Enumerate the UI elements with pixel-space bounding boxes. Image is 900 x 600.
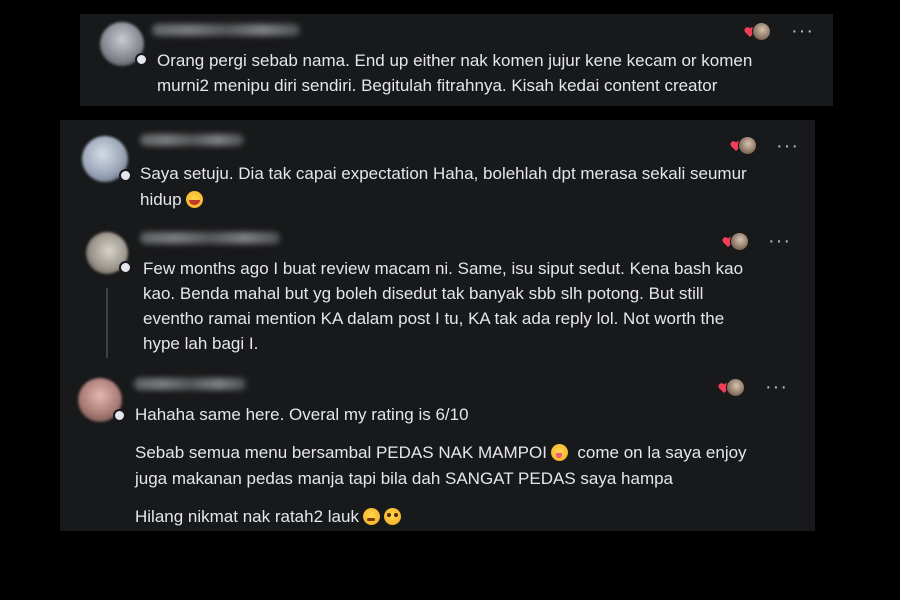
comment-text-line: Saya setuju. Dia tak capai expectation H… [140,164,747,183]
reactor-avatar [738,136,757,155]
avatar[interactable] [82,136,132,182]
avatar[interactable] [100,22,148,66]
avatar[interactable] [78,378,126,422]
yum-face-icon [362,508,380,525]
reply-thread-line [106,288,108,358]
blurred-commenter-name[interactable] [140,232,280,244]
comment-thread-card: ··· Saya setuju. Dia tak capai expectati… [60,120,815,531]
online-dot-icon [119,169,132,182]
reaction-summary[interactable] [730,136,757,155]
comment-text-line: juga makanan pedas manja tapi bila dah S… [135,469,674,488]
comment-text-line: kao. Benda mahal but yg boleh disedut ta… [143,284,704,303]
comment-text-span: hidup [140,190,182,209]
comment-text-line: hype lah bagi I. [143,334,259,353]
comment-text-line: Few months ago I buat review macam ni. S… [143,259,744,278]
more-options-icon[interactable]: ··· [768,231,791,251]
comment-text-span: come on la saya enjoy [577,443,747,462]
reaction-summary[interactable] [718,378,745,397]
comment-text-line: eventho ramai mention KA dalam post I tu… [143,309,725,328]
comment-text-line: hidup [140,187,203,213]
comment-text-line: Hilang nikmat nak ratah2 lauk [135,504,401,530]
comment-text-line: Sebab semua menu bersambal PEDAS NAK MAM… [135,440,747,466]
zany-face-icon [550,444,568,461]
more-options-icon[interactable]: ··· [776,136,799,156]
comment-text-line: Orang pergi sebab nama. End up either na… [157,51,753,70]
reactor-avatar [730,232,749,251]
grinning-face-icon [185,191,203,208]
comment-card-1: ··· Orang pergi sebab nama. End up eithe… [80,14,833,106]
pleading-face-icon [383,508,401,525]
reaction-summary[interactable] [744,22,771,41]
blurred-commenter-name[interactable] [140,134,244,146]
comment-text-line: murni2 menipu diri sendiri. Begitulah fi… [157,76,718,95]
more-options-icon[interactable]: ··· [791,21,814,41]
comment-text-span: Sebab semua menu bersambal PEDAS NAK MAM… [135,443,547,462]
more-options-icon[interactable]: ··· [765,377,788,397]
blurred-commenter-name[interactable] [134,378,246,390]
reactor-avatar [726,378,745,397]
online-dot-icon [119,261,132,274]
reaction-summary[interactable] [722,232,749,251]
online-dot-icon [113,409,126,422]
comment-text-span: Hilang nikmat nak ratah2 lauk [135,507,359,526]
blurred-commenter-name[interactable] [152,24,300,36]
online-dot-icon [135,53,148,66]
reactor-avatar [752,22,771,41]
avatar[interactable] [86,232,132,274]
comment-text-line: Hahaha same here. Overal my rating is 6/… [135,405,469,424]
